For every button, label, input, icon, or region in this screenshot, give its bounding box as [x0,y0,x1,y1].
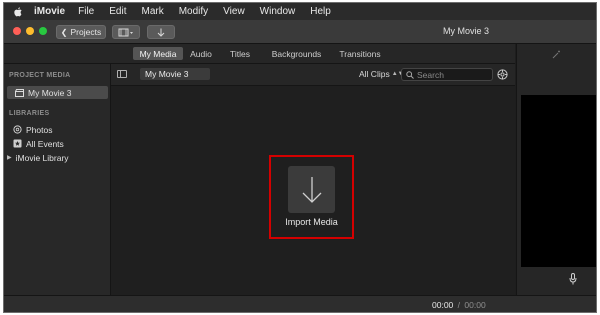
magic-wand-icon[interactable] [552,50,561,59]
sidebar-item-label: Photos [26,124,53,135]
menu-modify[interactable]: Modify [179,6,208,17]
search-input[interactable] [417,69,487,80]
sidebar-item-all-events[interactable]: All Events [4,137,64,150]
close-button[interactable] [13,27,21,35]
minimize-button[interactable] [26,27,34,35]
menu-bar: iMovie File Edit Mark Modify View Window… [4,3,596,20]
sidebar-item-label: All Events [26,138,64,149]
menu-edit[interactable]: Edit [109,6,126,17]
sidebar-item-photos[interactable]: Photos [4,123,52,136]
sidebar-item-imovie-library[interactable]: ▶ iMovie Library [4,151,69,164]
toolbar: ❮ Projects My Movie 3 [4,20,596,44]
microphone-icon[interactable] [569,273,577,285]
star-box-icon [13,139,22,148]
libraries-header: LIBRARIES [9,110,50,117]
status-bar: 00:00 / 00:00 [4,295,596,312]
project-media-header: PROJECT MEDIA [9,72,71,79]
import-media-button[interactable] [288,166,335,213]
filmstrip-icon [118,28,133,36]
browser-toolbar: My Movie 3 All Clips ▲▼ [111,64,515,86]
menu-window[interactable]: Window [260,6,296,17]
imovie-window: iMovie File Edit Mark Modify View Window… [3,2,597,313]
tab-transitions[interactable]: Transitions [337,47,383,60]
media-tab-bar: My Media Audio Titles Backgrounds Transi… [4,44,515,64]
video-preview [521,95,596,267]
clips-filter-label: All Clips [359,69,390,79]
sidebar-item-my-movie-3[interactable]: My Movie 3 [7,86,108,99]
timecode-separator: / [457,300,461,310]
media-view-button[interactable] [112,25,140,39]
sidebar-item-label: iMovie Library [15,152,69,163]
import-button[interactable] [147,25,175,39]
chevron-left-icon: ❮ [60,27,68,37]
viewer-panel [516,44,596,295]
projects-button[interactable]: ❮ Projects [56,25,106,39]
tab-titles[interactable]: Titles [227,47,253,60]
menu-imovie[interactable]: iMovie [34,6,65,17]
disclosure-triangle-icon[interactable]: ▶ [7,154,12,161]
download-arrow-icon [302,176,321,203]
sidebar-item-label: My Movie 3 [28,87,72,98]
photos-icon [13,125,22,134]
search-field[interactable] [401,68,493,81]
clapperboard-icon [15,88,24,97]
apple-icon[interactable] [14,6,22,17]
timecode-total: 00:00 [464,300,486,310]
browser-title: My Movie 3 [140,68,210,80]
timecode: 00:00 / 00:00 [432,300,486,310]
clips-filter-dropdown[interactable]: All Clips ▲▼ [359,69,404,79]
timecode-current: 00:00 [432,300,454,310]
gear-icon[interactable] [497,69,508,80]
zoom-button[interactable] [39,27,47,35]
tab-my-media[interactable]: My Media [133,47,183,60]
menu-view[interactable]: View [223,6,245,17]
menu-mark[interactable]: Mark [141,6,163,17]
import-media-label: Import Media [285,217,338,227]
media-browser: Import Media [111,86,515,295]
search-icon [406,70,414,79]
window-title: My Movie 3 [443,26,490,36]
menu-help[interactable]: Help [310,6,331,17]
menu-file[interactable]: File [78,6,94,17]
import-media-highlight: Import Media [269,155,354,239]
tab-audio[interactable]: Audio [188,47,214,60]
tab-backgrounds[interactable]: Backgrounds [268,47,325,60]
projects-label: Projects [70,27,102,37]
library-sidebar: PROJECT MEDIA My Movie 3 LIBRARIES Photo… [4,64,111,295]
import-arrow-icon [157,28,165,37]
sidebar-toggle-icon[interactable] [117,70,127,78]
